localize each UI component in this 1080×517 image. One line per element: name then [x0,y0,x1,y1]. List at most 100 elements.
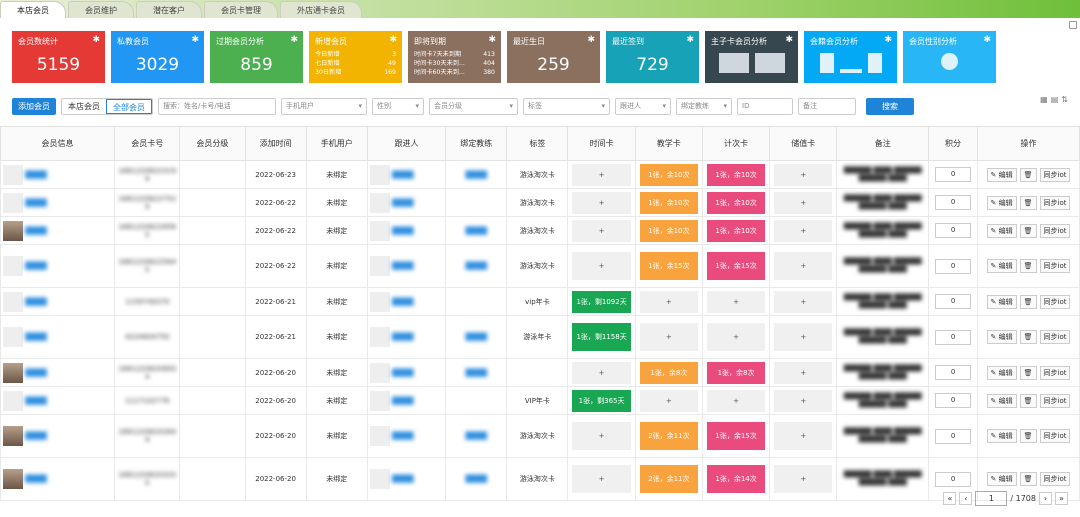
last-page-icon[interactable]: » [1055,492,1068,505]
gear-icon[interactable]: ✱ [884,35,892,45]
table-row[interactable]: ████ 1681220622956 5 2022-06-22 未绑定 ████ ███… [0,216,1080,245]
time-card-cell[interactable]: 1张，剩1158天 [572,323,631,351]
sync-iot-button[interactable]: 同步iot [1039,472,1071,486]
member-name[interactable]: ████ [25,298,47,306]
gender-select[interactable]: 性别 ▾ [372,98,424,115]
time-card-cell[interactable]: 1张，剩1092天 [572,290,631,313]
store-card-cell[interactable]: + [774,163,833,186]
table-row[interactable]: ████ 1681220622564 5 2022-06-22 未绑定 ████ ███… [0,244,1080,288]
edit-button[interactable]: ✎ 编辑 [986,429,1017,443]
delete-icon[interactable]: 🗑 [1019,393,1037,408]
gear-icon[interactable]: ✱ [785,35,793,45]
store-card-cell[interactable]: + [774,290,833,313]
time-card-cell[interactable]: + [572,422,631,450]
edit-button[interactable]: ✎ 编辑 [986,259,1017,273]
sync-iot-button[interactable]: 同步iot [1039,365,1071,380]
sync-iot-button[interactable]: 同步iot [1039,259,1071,273]
delete-icon[interactable]: 🗑 [1019,365,1037,380]
score-input[interactable]: 0 [935,329,972,345]
teach-card-cell[interactable]: 2张，余11次 [639,465,698,493]
edit-button[interactable]: ✎ 编辑 [986,472,1017,486]
prev-page-icon[interactable]: ‹ [959,492,973,505]
score-input[interactable]: 0 [935,258,972,274]
time-card-cell[interactable]: + [572,219,631,242]
teach-card-cell[interactable]: 1张，余10次 [639,219,698,242]
delete-icon[interactable]: 🗑 [1019,167,1037,182]
store-card-cell[interactable]: + [774,219,833,242]
sync-iot-button[interactable]: 同步iot [1039,223,1071,238]
columns-icon[interactable]: ▤ [1051,95,1059,104]
note-input[interactable]: 备注 [798,98,856,115]
edit-button[interactable]: ✎ 编辑 [986,330,1017,344]
sync-iot-button[interactable]: 同步iot [1039,294,1071,309]
stat-card[interactable]: 最近生日 ✱ 259 [507,31,600,83]
id-input[interactable]: ID [737,98,793,115]
count-card-cell[interactable]: + [706,323,766,351]
teach-card-cell[interactable]: 1张，余8次 [639,361,698,384]
gear-icon[interactable]: ✱ [389,35,397,45]
search-button[interactable]: 搜索 [866,98,914,115]
table-row[interactable]: ████ 1117102776 2022-06-20 未绑定 ████ VIP年卡 1张，… [0,386,1080,415]
stat-card[interactable]: 即将到期 ✱ 时间卡7天未到期 413 时间卡30天未到... 404 时间卡60天未到..… [408,31,501,83]
edit-button[interactable]: ✎ 编辑 [986,365,1017,380]
window-restore-icon[interactable] [1069,21,1077,29]
stat-card[interactable]: 过期会员分析 ✱ 859 [210,31,303,83]
time-card-cell[interactable]: + [572,252,631,280]
stat-card[interactable]: 最近签到 ✱ 729 [606,31,699,83]
count-card-cell[interactable]: 1张，余15次 [706,422,766,450]
edit-button[interactable]: ✎ 编辑 [986,393,1017,408]
stat-card[interactable]: 私教会员 ✱ 3029 [111,31,204,83]
time-card-cell[interactable]: + [572,361,631,384]
store-card-cell[interactable]: + [774,191,833,214]
edit-button[interactable]: ✎ 编辑 [986,294,1017,309]
tag-select[interactable]: 标签 ▾ [523,98,610,115]
count-card-cell[interactable]: 1张，余10次 [706,163,766,186]
count-card-cell[interactable]: 1张，余10次 [706,219,766,242]
sync-iot-button[interactable]: 同步iot [1039,393,1071,408]
time-card-cell[interactable]: + [572,163,631,186]
tab-4[interactable]: 外店通卡会员 [280,1,362,18]
member-name[interactable]: ████ [25,369,47,377]
table-row[interactable]: ████ 1681220620320 0 2022-06-20 未绑定 ████ ███… [0,457,1080,501]
gear-icon[interactable]: ✱ [92,35,100,45]
member-name[interactable]: ████ [25,397,47,405]
add-member-button[interactable]: 添加会员 [12,98,56,115]
edit-button[interactable]: ✎ 编辑 [986,195,1017,210]
score-input[interactable]: 0 [935,428,972,444]
next-page-icon[interactable]: › [1039,492,1052,505]
edit-button[interactable]: ✎ 编辑 [986,223,1017,238]
member-name[interactable]: ████ [25,475,47,483]
gear-icon[interactable]: ✱ [488,35,496,45]
gear-icon[interactable]: ✱ [587,35,595,45]
score-input[interactable]: 0 [935,223,972,238]
store-card-cell[interactable]: + [774,465,833,493]
gear-icon[interactable]: ✱ [686,35,694,45]
delete-icon[interactable]: 🗑 [1019,429,1037,443]
sync-iot-button[interactable]: 同步iot [1039,167,1071,182]
time-card-cell[interactable]: + [572,465,631,493]
stat-card[interactable]: 主子卡会员分析 ✱ [705,31,798,83]
store-card-cell[interactable]: + [774,252,833,280]
delete-icon[interactable]: 🗑 [1019,223,1037,238]
coach-select[interactable]: 绑定教练 ▾ [676,98,732,115]
time-card-cell[interactable]: + [572,191,631,214]
delete-icon[interactable]: 🗑 [1019,294,1037,309]
sync-iot-button[interactable]: 同步iot [1039,330,1071,344]
stat-card[interactable]: 会籍会员分析 ✱ [804,31,897,83]
store-member-tab[interactable]: 本店会员 [62,99,106,114]
first-page-icon[interactable]: « [943,492,957,505]
count-card-cell[interactable]: 1张，余15次 [706,252,766,280]
teach-card-cell[interactable]: 1张，余10次 [639,163,698,186]
count-card-cell[interactable]: 1张，余10次 [706,191,766,214]
sync-iot-button[interactable]: 同步iot [1039,195,1071,210]
tab-2[interactable]: 潜在客户 [136,1,202,18]
table-row[interactable]: ████ 1681220622319 9 2022-06-23 未绑定 ████ ███… [0,160,1080,189]
edit-button[interactable]: ✎ 编辑 [986,167,1017,182]
tab-3[interactable]: 会员卡管理 [204,1,278,18]
stat-card[interactable]: 会员数统计 ✱ 5159 [12,31,105,83]
score-input[interactable]: 0 [935,294,972,309]
teach-card-cell[interactable]: + [639,290,698,313]
page-input[interactable]: 1 [975,491,1008,506]
member-name[interactable]: ████ [25,262,47,270]
score-input[interactable]: 0 [935,195,972,210]
